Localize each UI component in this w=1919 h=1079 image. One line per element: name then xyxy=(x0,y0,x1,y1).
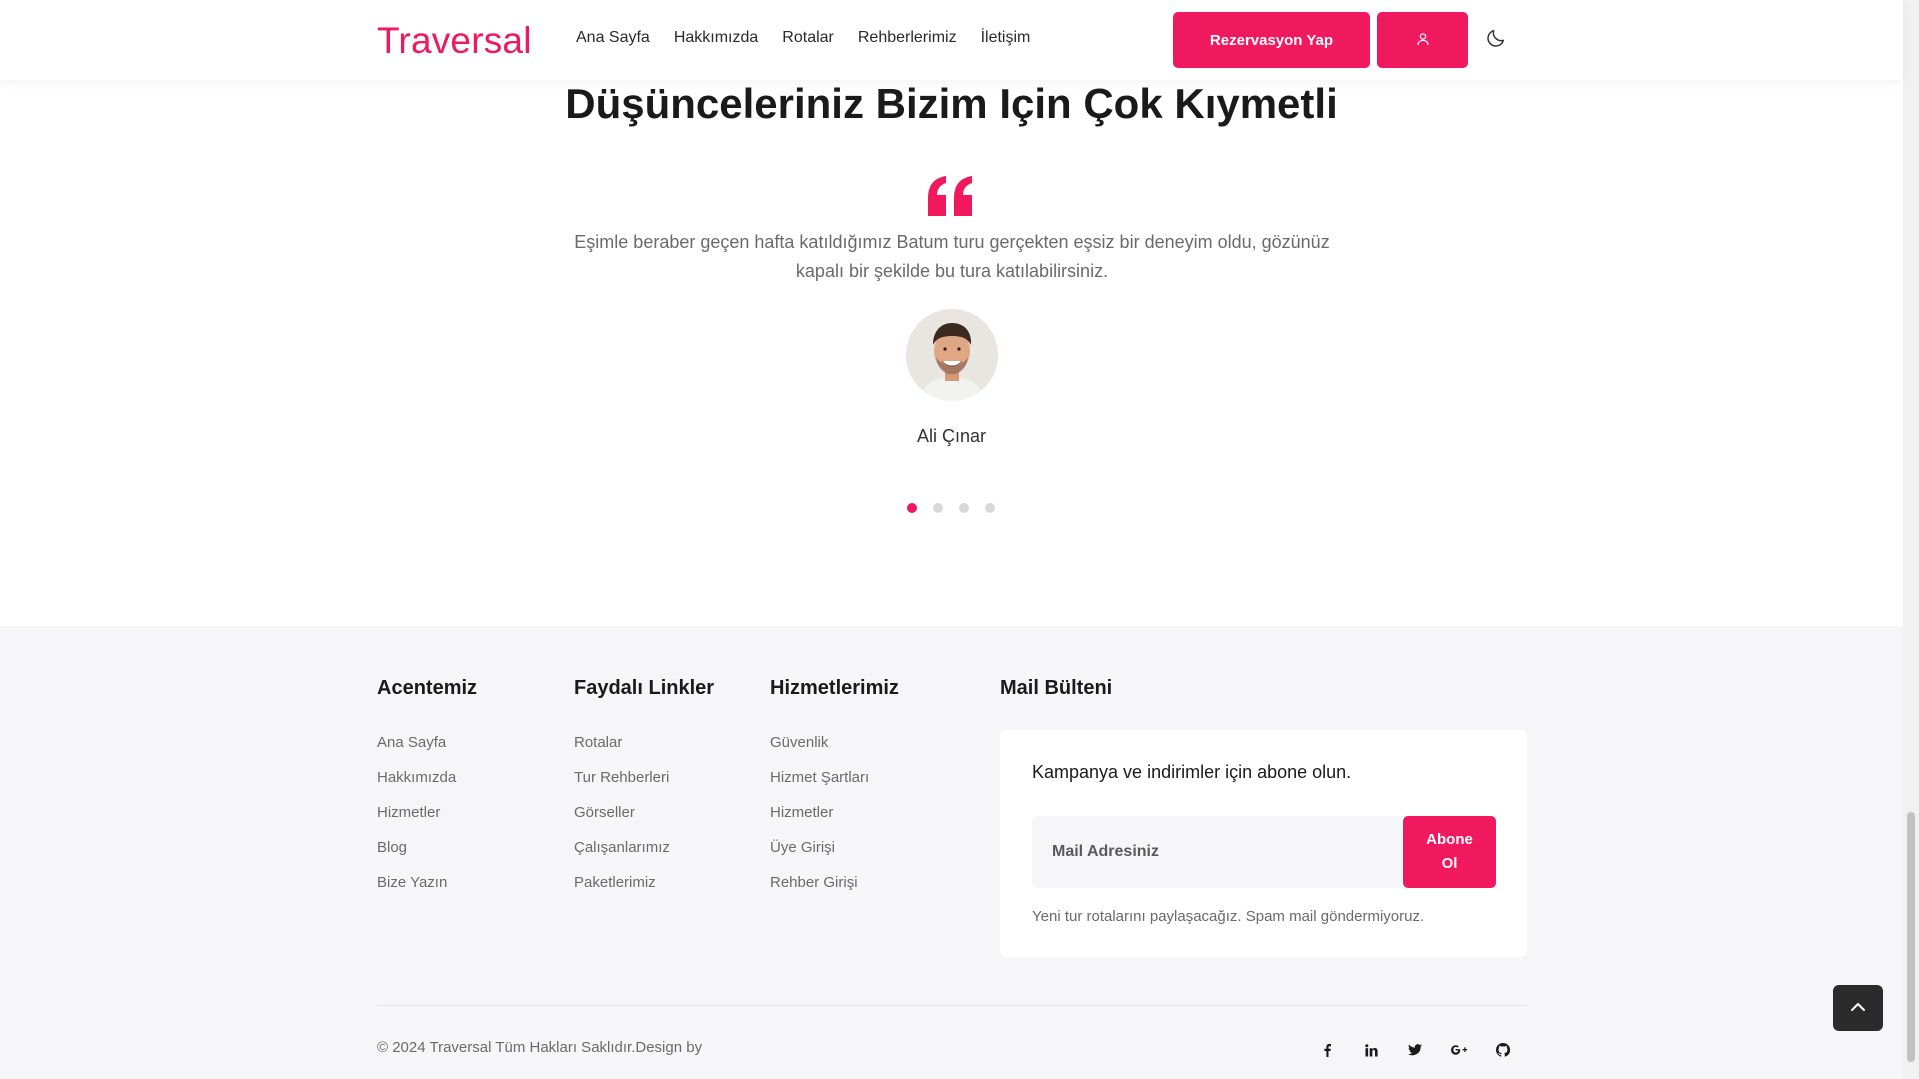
copyright-text: © 2024 Traversal Tüm Hakları Saklıdır.De… xyxy=(377,1039,703,1056)
footer-col-services-title: Hizmetlerimiz xyxy=(770,677,899,699)
footer-link[interactable]: Ana Sayfa xyxy=(377,733,456,768)
newsletter-text: Kampanya ve indirimler için abone olun. xyxy=(1032,762,1352,782)
nav-guides[interactable]: Rehberlerimiz xyxy=(858,29,957,47)
testimonial-text: Eşimle beraber geçen hafta katıldığımız … xyxy=(574,232,1330,281)
site-footer: Acentemiz Ana Sayfa Hakkımızda Hizmetler… xyxy=(0,626,1903,1079)
logo[interactable]: Traversal xyxy=(377,20,532,62)
main-nav: Ana Sayfa Hakkımızda Rotalar Rehberlerim… xyxy=(576,29,1030,47)
theme-toggle[interactable] xyxy=(1484,28,1508,52)
footer-link[interactable]: Tur Rehberleri xyxy=(574,768,670,803)
footer-divider xyxy=(377,1005,1527,1006)
footer-link[interactable]: Hakkımızda xyxy=(377,768,456,803)
footer-link[interactable]: Hizmet Şartları xyxy=(770,768,869,803)
testimonials-title: Düşünceleriniz Bizim Için Çok Kıymetli xyxy=(565,80,1338,127)
user-icon xyxy=(1416,32,1430,49)
newsletter-email-input[interactable] xyxy=(1032,816,1402,888)
footer-col-useful-title: Faydalı Linkler xyxy=(574,677,715,699)
linkedin-icon[interactable] xyxy=(1360,1039,1382,1061)
scrollbar-thumb[interactable] xyxy=(1907,812,1915,1062)
footer-link[interactable]: Hizmetler xyxy=(377,803,456,838)
newsletter-note: Yeni tur rotalarını paylaşacağız. Spam m… xyxy=(1032,908,1425,925)
quote-icon xyxy=(928,176,976,216)
nav-contact[interactable]: İletişim xyxy=(981,29,1031,47)
footer-link[interactable]: Çalışanlarımız xyxy=(574,838,670,873)
subscribe-button[interactable]: Abone Ol xyxy=(1403,816,1496,888)
nav-about[interactable]: Hakkımızda xyxy=(674,29,758,47)
footer-col-services-links: Güvenlik Hizmet Şartları Hizmetler Üye G… xyxy=(770,733,869,908)
moon-icon xyxy=(1485,27,1507,54)
nav-routes[interactable]: Rotalar xyxy=(782,29,834,47)
twitter-icon[interactable] xyxy=(1404,1039,1426,1061)
footer-link[interactable]: Bize Yazın xyxy=(377,873,456,908)
footer-link[interactable]: Rehber Girişi xyxy=(770,873,869,908)
google-plus-icon[interactable] xyxy=(1448,1039,1470,1061)
footer-link[interactable]: Paketlerimiz xyxy=(574,873,670,908)
carousel-dot-2[interactable] xyxy=(933,503,943,513)
github-icon[interactable] xyxy=(1492,1039,1514,1061)
avatar xyxy=(906,309,998,401)
footer-link[interactable]: Hizmetler xyxy=(770,803,869,838)
footer-link[interactable]: Üye Girişi xyxy=(770,838,869,873)
reservation-button[interactable]: Rezervasyon Yap xyxy=(1173,12,1370,68)
social-links xyxy=(1316,1039,1514,1061)
footer-link[interactable]: Güvenlik xyxy=(770,733,869,768)
user-button[interactable] xyxy=(1377,12,1468,68)
page-scrollbar[interactable] xyxy=(1903,0,1919,1079)
newsletter-title: Mail Bülteni xyxy=(1000,677,1113,699)
carousel-dot-4[interactable] xyxy=(985,503,995,513)
testimonial-author: Ali Çınar xyxy=(916,426,987,446)
facebook-icon[interactable] xyxy=(1316,1039,1338,1061)
footer-link[interactable]: Görseller xyxy=(574,803,670,838)
footer-col-useful-links: Rotalar Tur Rehberleri Görseller Çalışan… xyxy=(574,733,670,908)
footer-link[interactable]: Blog xyxy=(377,838,456,873)
footer-col-agency-links: Ana Sayfa Hakkımızda Hizmetler Blog Bize… xyxy=(377,733,456,908)
nav-home[interactable]: Ana Sayfa xyxy=(576,29,650,47)
footer-link[interactable]: Rotalar xyxy=(574,733,670,768)
newsletter-card: Kampanya ve indirimler için abone olun. … xyxy=(1000,730,1527,957)
carousel-dot-1[interactable] xyxy=(907,503,917,513)
carousel-dot-3[interactable] xyxy=(959,503,969,513)
chevron-up-icon xyxy=(1850,999,1866,1017)
carousel-dots xyxy=(907,503,995,513)
site-header: Traversal Ana Sayfa Hakkımızda Rotalar R… xyxy=(0,0,1903,80)
footer-col-agency-title: Acentemiz xyxy=(377,677,478,699)
back-to-top-button[interactable] xyxy=(1833,985,1883,1031)
